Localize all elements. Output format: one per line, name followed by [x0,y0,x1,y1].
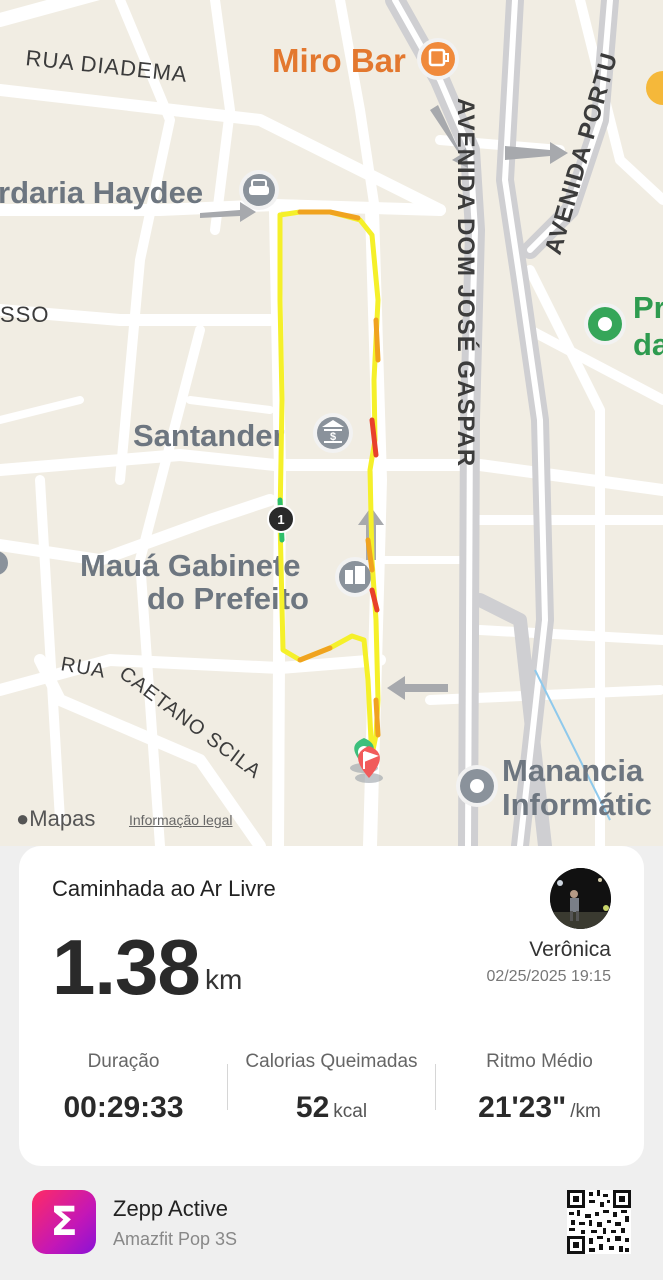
map-canvas[interactable]: RUA DIADEMA SSO RUA CAETANO SCILA AVENID… [0,0,663,846]
poi-label-pr-1: Pr [633,290,663,325]
poi-label-manancia-1: Manancia [502,753,644,788]
stat-pace: Ritmo Médio 21'23"/km [437,1051,642,1125]
stat-unit: /km [570,1101,601,1122]
apple-logo-icon: ● [16,806,30,831]
stat-value: 21'23"/km [437,1091,642,1125]
poi-label-pr-2: da [633,327,663,362]
car-icon[interactable] [239,170,279,210]
park-icon[interactable] [584,303,626,345]
street-label-rua-caetano-scila: CAETANO SCILA [115,662,265,783]
maps-brand-label: Mapas [29,806,96,831]
street-label-avenida-dom-jose-gaspar: AVENIDA DOM JOSÉ GASPAR [452,98,480,467]
poi-label-santander: Santander [133,418,285,453]
poi-label-manancia-2: Informátic [502,787,652,822]
stat-label: Ritmo Médio [486,1051,593,1072]
bank-icon[interactable]: $ [313,413,353,453]
stat-value-number: 00:29:33 [63,1091,184,1124]
stat-calories: Calorias Queimadas 52 kcal [229,1051,434,1125]
avatar-photo [550,868,611,929]
km-marker[interactable]: 1 [267,505,295,533]
zepp-logo-icon[interactable]: Σ [32,1190,96,1254]
stat-duration: Duração 00:29:33 [21,1051,226,1125]
partial-left-icon[interactable] [0,551,8,575]
distance-value: 1.38 [52,923,201,1011]
stat-value-number: 21'23" [478,1091,567,1124]
avatar[interactable] [550,868,611,929]
device-name: Amazfit Pop 3S [113,1229,238,1249]
street-label-rua-diadema: RUA DIADEMA [24,45,188,87]
distance-unit: km [205,964,243,995]
qr-code-icon[interactable] [567,1190,631,1254]
user-name: Verônica [529,938,611,961]
svg-text:$: $ [330,431,336,443]
stat-divider [227,1064,228,1110]
route-map[interactable]: RUA DIADEMA SSO RUA CAETANO SCILA AVENID… [0,0,663,846]
poi-label-haydee: rdaria Haydee [0,175,203,210]
poi-label-miro-bar: Miro Bar [272,42,406,79]
cocktail-icon[interactable] [417,38,459,80]
pin-icon[interactable] [456,765,498,807]
activity-summary-card: Caminhada ao Ar Livre 1.38 km Verônica 0… [19,846,644,1166]
logo-glyph: Σ [50,1199,78,1245]
maps-brand: ●Mapas [16,806,95,832]
stat-divider [435,1064,436,1110]
stat-label: Calorias Queimadas [245,1051,418,1072]
app-name: Zepp Active [113,1196,228,1221]
activity-type: Caminhada ao Ar Livre [52,876,276,901]
street-label-sso: SSO [0,302,49,327]
activity-route [277,209,381,763]
partial-poi-icon[interactable] [646,71,663,105]
stat-value-number: 52 [295,1091,330,1124]
activity-timestamp: 02/25/2025 19:15 [486,968,611,985]
stat-unit: kcal [333,1101,368,1122]
stat-value: 52 kcal [229,1091,434,1125]
stat-label: Duração [87,1051,160,1072]
km-marker-label: 1 [277,512,284,527]
poi-label-maua-2: do Prefeito [147,581,309,616]
stat-value: 00:29:33 [21,1091,226,1125]
poi-label-maua-1: Mauá Gabinete [80,548,301,583]
legal-info-link[interactable]: Informação legal [129,812,233,828]
